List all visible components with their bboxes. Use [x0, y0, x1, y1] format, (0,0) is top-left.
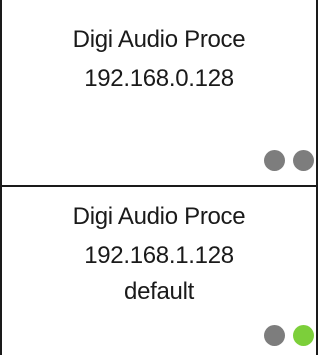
device-card-2[interactable]: Digi Audio Proce 192.168.1.128 default [0, 187, 318, 355]
device-preset: default [124, 278, 194, 305]
device-name: Digi Audio Proce [72, 203, 246, 230]
status-dot-icon [264, 325, 285, 346]
status-indicators [264, 325, 314, 346]
device-card-1[interactable]: Digi Audio Proce 192.168.0.128 [0, 0, 318, 187]
status-dot-icon [293, 150, 314, 171]
device-ip: 192.168.1.128 [84, 242, 234, 269]
device-ip: 192.168.0.128 [84, 65, 234, 92]
device-name: Digi Audio Proce [72, 26, 246, 53]
status-dot-icon [264, 150, 285, 171]
status-dot-icon [293, 325, 314, 346]
status-indicators [264, 150, 314, 171]
device-list: Digi Audio Proce 192.168.0.128 Digi Audi… [0, 0, 320, 355]
